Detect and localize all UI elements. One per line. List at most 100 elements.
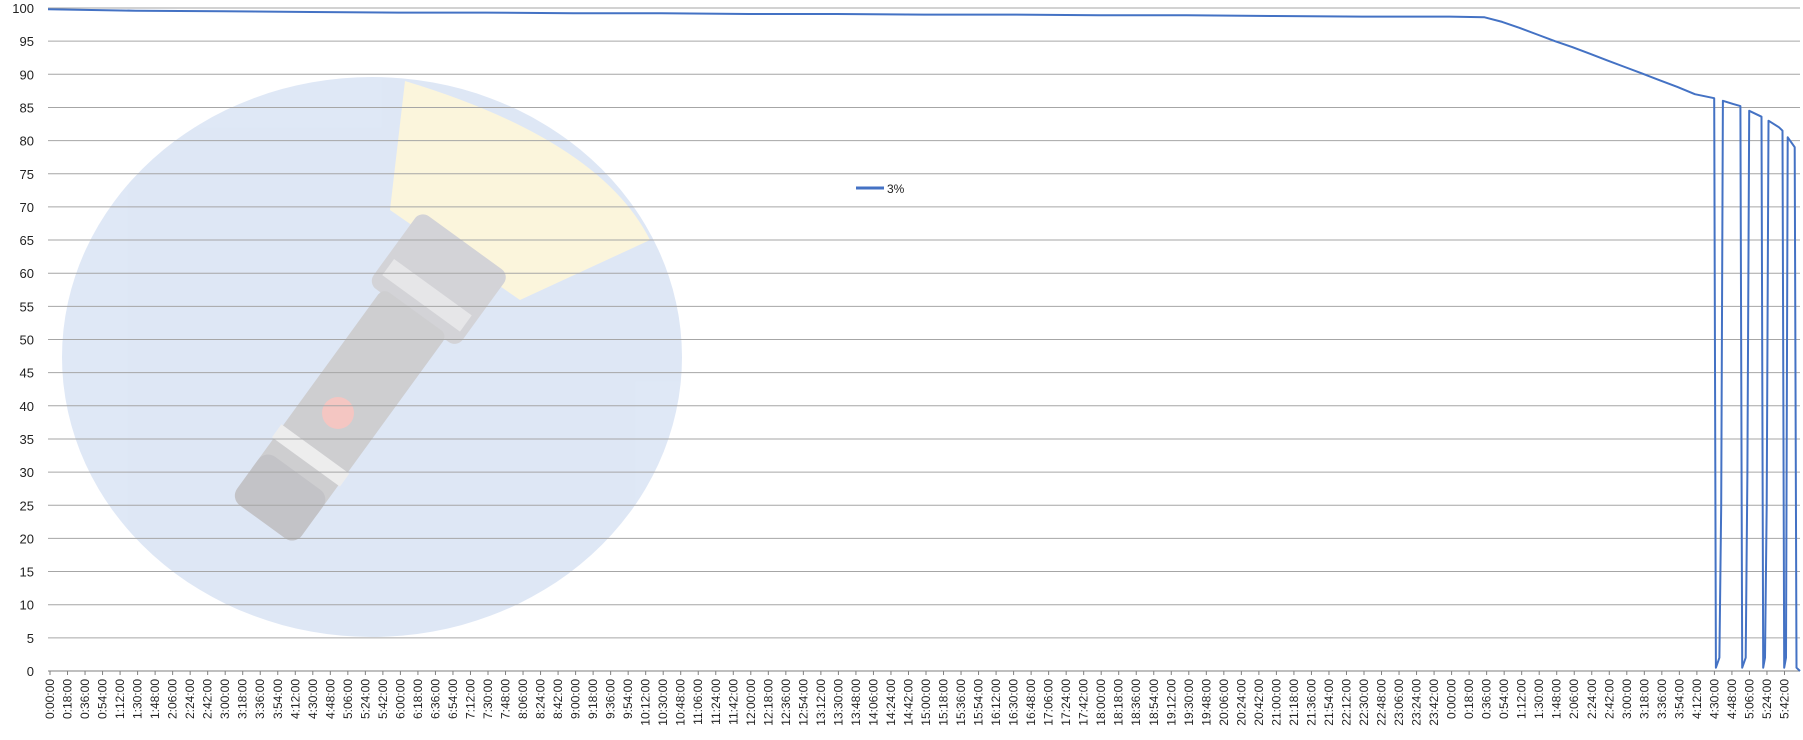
- x-tick-label: 0:36:00: [1480, 679, 1494, 719]
- x-tick-label: 9:36:00: [604, 679, 618, 719]
- x-tick-label: 21:18:00: [1287, 679, 1301, 726]
- x-tick-label: 17:06:00: [1042, 679, 1056, 726]
- y-tick-label: 80: [20, 134, 34, 149]
- x-tick-label: 1:30:00: [1532, 679, 1546, 719]
- x-tick-label: 19:12:00: [1164, 679, 1178, 726]
- x-tick-label: 14:06:00: [866, 679, 880, 726]
- x-tick-label: 17:24:00: [1059, 679, 1073, 726]
- x-tick-label: 0:36:00: [78, 679, 92, 719]
- y-tick-label: 45: [20, 366, 34, 381]
- x-tick-label: 7:48:00: [499, 679, 513, 719]
- x-tick-label: 13:12:00: [814, 679, 828, 726]
- y-tick-label: 75: [20, 167, 34, 182]
- x-tick-label: 12:36:00: [779, 679, 793, 726]
- x-tick-label: 0:18:00: [61, 679, 75, 719]
- y-tick-label: 30: [20, 465, 34, 480]
- x-tick-label: 1:30:00: [131, 679, 145, 719]
- y-tick-label: 85: [20, 100, 34, 115]
- x-tick-label: 6:18:00: [411, 679, 425, 719]
- x-tick-label: 7:30:00: [481, 679, 495, 719]
- x-tick-label: 2:42:00: [1602, 679, 1616, 719]
- x-tick-label: 3:00:00: [1620, 679, 1634, 719]
- x-tick-label: 17:42:00: [1077, 679, 1091, 726]
- x-tick-label: 3:36:00: [253, 679, 267, 719]
- legend: 3%: [856, 182, 905, 196]
- x-tick-label: 3:18:00: [1637, 679, 1651, 719]
- x-tick-label: 5:06:00: [341, 679, 355, 719]
- x-tick-label: 19:30:00: [1182, 679, 1196, 726]
- x-tick-label: 10:30:00: [656, 679, 670, 726]
- x-tick-label: 20:24:00: [1234, 679, 1248, 726]
- x-tick-label: 6:54:00: [446, 679, 460, 719]
- y-tick-label: 35: [20, 432, 34, 447]
- y-axis: 0 5 10 15 20 25 30 35 40 45 50 55 60 65 70 75 80 85 90 95 10…: [12, 1, 34, 679]
- x-tick-label: 23:42:00: [1427, 679, 1441, 726]
- x-tick-label: 0:54:00: [1497, 679, 1511, 719]
- y-tick-label: 100: [12, 1, 34, 16]
- x-tick-label: 16:48:00: [1024, 679, 1038, 726]
- flashlight-watermark: [62, 77, 682, 637]
- x-tick-label: 16:12:00: [989, 679, 1003, 726]
- x-tick-label: 5:42:00: [376, 679, 390, 719]
- y-tick-label: 25: [20, 498, 34, 513]
- x-tick-label: 5:06:00: [1742, 679, 1756, 719]
- x-tick-label: 0:18:00: [1462, 679, 1476, 719]
- x-tick-label: 10:12:00: [639, 679, 653, 726]
- x-tick-label: 4:12:00: [288, 679, 302, 719]
- y-tick-label: 65: [20, 233, 34, 248]
- x-tick-label: 2:42:00: [201, 679, 215, 719]
- x-tick-label: 12:18:00: [761, 679, 775, 726]
- x-tick-label: 3:36:00: [1655, 679, 1669, 719]
- x-tick-label: 0:00:00: [43, 679, 57, 719]
- x-tick-label: 22:30:00: [1357, 679, 1371, 726]
- x-tick-label: 9:54:00: [621, 679, 635, 719]
- x-tick-label: 8:42:00: [551, 679, 565, 719]
- y-tick-label: 50: [20, 333, 34, 348]
- x-tick-label: 2:06:00: [166, 679, 180, 719]
- x-tick-label: 18:36:00: [1129, 679, 1143, 726]
- x-tick-label: 21:36:00: [1304, 679, 1318, 726]
- y-tick-label: 95: [20, 34, 34, 49]
- x-tick-label: 2:06:00: [1567, 679, 1581, 719]
- x-tick-label: 4:12:00: [1690, 679, 1704, 719]
- x-axis: 0:00:00 0:18:00 0:36:00 0:54:00 1:12:00 1:30:…: [43, 671, 1791, 726]
- y-tick-label: 0: [27, 664, 34, 679]
- y-tick-label: 5: [27, 631, 34, 646]
- x-tick-label: 1:48:00: [1550, 679, 1564, 719]
- x-tick-label: 3:18:00: [236, 679, 250, 719]
- y-tick-label: 90: [20, 67, 34, 82]
- x-tick-label: 8:24:00: [534, 679, 548, 719]
- x-tick-label: 19:48:00: [1199, 679, 1213, 726]
- x-tick-label: 9:00:00: [569, 679, 583, 719]
- x-tick-label: 15:00:00: [919, 679, 933, 726]
- x-tick-label: 21:00:00: [1269, 679, 1283, 726]
- y-tick-label: 40: [20, 399, 34, 414]
- x-tick-label: 13:48:00: [849, 679, 863, 726]
- x-tick-label: 4:30:00: [1707, 679, 1721, 719]
- y-tick-label: 70: [20, 200, 34, 215]
- x-tick-label: 0:54:00: [96, 679, 110, 719]
- legend-label-3pct: 3%: [887, 182, 905, 196]
- x-tick-label: 18:18:00: [1112, 679, 1126, 726]
- x-tick-label: 4:48:00: [1725, 679, 1739, 719]
- y-tick-label: 15: [20, 565, 34, 580]
- x-tick-label: 12:54:00: [796, 679, 810, 726]
- x-tick-label: 3:00:00: [218, 679, 232, 719]
- x-tick-label: 3:54:00: [271, 679, 285, 719]
- x-tick-label: 2:24:00: [1585, 679, 1599, 719]
- x-tick-label: 8:06:00: [516, 679, 530, 719]
- x-tick-label: 7:12:00: [463, 679, 477, 719]
- x-tick-label: 14:42:00: [901, 679, 915, 726]
- y-gridlines: [48, 7, 1800, 672]
- x-tick-label: 15:18:00: [937, 679, 951, 726]
- x-tick-label: 22:12:00: [1339, 679, 1353, 726]
- x-tick-label: 22:48:00: [1375, 679, 1389, 726]
- x-tick-label: 1:12:00: [113, 679, 127, 719]
- x-tick-label: 11:42:00: [726, 679, 740, 725]
- x-tick-label: 9:18:00: [586, 679, 600, 719]
- x-tick-label: 12:00:00: [744, 679, 758, 726]
- x-tick-label: 6:00:00: [393, 679, 407, 719]
- x-tick-label: 15:36:00: [954, 679, 968, 726]
- line-chart: 0 5 10 15 20 25 30 35 40 45 50 55 60 65 70 75 80 85 90 95 10…: [12, 1, 1801, 726]
- x-tick-label: 5:24:00: [1760, 679, 1774, 719]
